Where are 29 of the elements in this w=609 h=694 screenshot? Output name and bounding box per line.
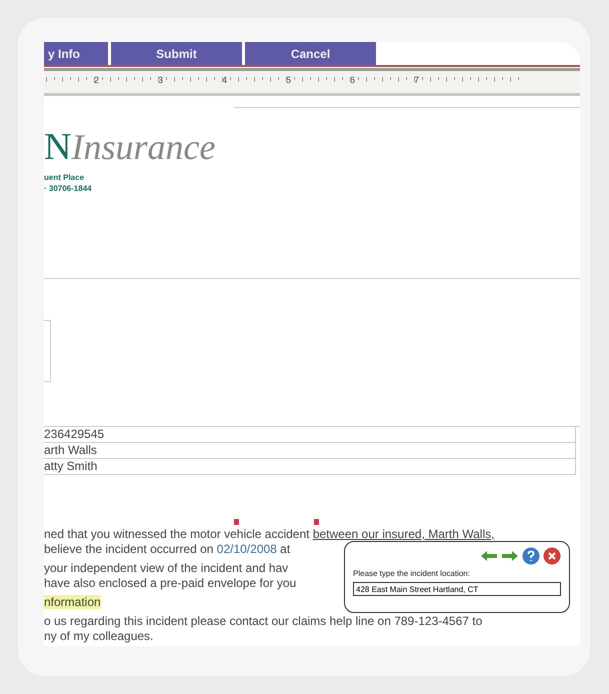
ruler-number: 7 [414, 75, 420, 85]
letter-text: believe the incident occurred on [44, 542, 214, 556]
toolbar-tab[interactable]: Cancel [245, 42, 376, 65]
close-icon[interactable] [543, 547, 561, 565]
letter-text: ny of my colleagues. [44, 629, 154, 644]
letter-text: your independent view of the incident and hav [44, 561, 288, 576]
letter-text: have also enclosed a pre-paid envelope for you [44, 576, 296, 591]
form-field[interactable]: 236429545 [44, 427, 576, 443]
underlined-text: between our insured, Marth Walls, [312, 527, 494, 541]
cursor-mark-icon [314, 519, 319, 525]
letter-text: at [279, 542, 290, 556]
back-arrow-icon[interactable] [480, 550, 498, 562]
logo-text: Insurance [71, 129, 216, 165]
address-line: uent Place [44, 172, 86, 183]
highlighted-text: nformation [44, 595, 101, 609]
prompt-label: Please type the incident location: [353, 569, 471, 578]
form-field[interactable]: arth Walls [44, 443, 576, 459]
letter-text: o us regarding this incident please contact our claims help line on 789-123-4567 to [44, 614, 482, 629]
toolbar-tab[interactable]: Submit [111, 42, 242, 65]
location-input[interactable]: 428 East Main Street Hartland, CT [353, 582, 561, 596]
cursor-mark-icon [234, 519, 239, 525]
letter-text: ned that you witnessed the motor vehicle accident [44, 527, 310, 541]
toolbar-tab[interactable]: y Info [44, 42, 108, 65]
logo-letter: N [44, 128, 72, 166]
form-field[interactable]: atty Smith [44, 459, 576, 475]
address-line: · 30706-1844 [44, 183, 93, 194]
date-text: 02/10/2008 [216, 542, 277, 556]
help-icon[interactable] [522, 547, 540, 565]
forward-arrow-icon[interactable] [501, 550, 519, 562]
